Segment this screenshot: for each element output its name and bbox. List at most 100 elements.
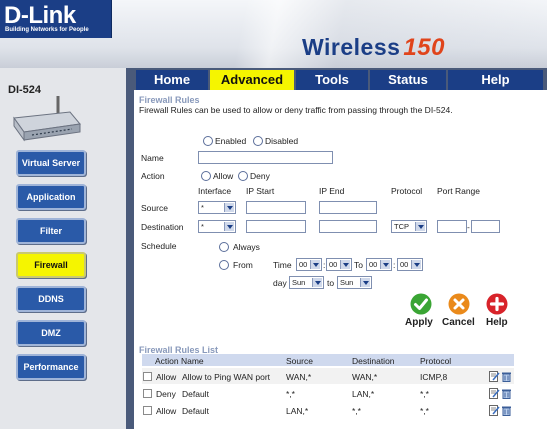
rule-checkbox[interactable] bbox=[143, 372, 152, 381]
trash-icon[interactable] bbox=[501, 405, 512, 416]
to-minute-select[interactable]: 00 bbox=[397, 258, 423, 271]
day-to-value: Sun bbox=[340, 278, 354, 287]
help-label[interactable]: Help bbox=[486, 317, 508, 328]
rule-checkbox[interactable] bbox=[143, 389, 152, 398]
from-hour-select[interactable]: 00 bbox=[296, 258, 322, 271]
trash-icon[interactable] bbox=[501, 388, 512, 399]
deny-label: Deny bbox=[250, 171, 270, 181]
cancel-label[interactable]: Cancel bbox=[442, 317, 475, 328]
help-button[interactable] bbox=[486, 293, 508, 315]
time-label: Time bbox=[273, 260, 292, 270]
destination-ip-start-field[interactable] bbox=[246, 220, 306, 233]
product-title: Wireless 150 bbox=[302, 34, 445, 62]
sidebar-item-filter[interactable]: Filter bbox=[16, 218, 86, 244]
sidebar-item-virtual-server[interactable]: Virtual Server bbox=[16, 150, 86, 176]
tab-tools[interactable]: Tools bbox=[296, 70, 368, 90]
rule-checkbox[interactable] bbox=[143, 406, 152, 415]
enabled-label: Enabled bbox=[215, 136, 247, 146]
source-interface-select[interactable]: * bbox=[198, 201, 236, 214]
disabled-radio[interactable] bbox=[253, 136, 263, 146]
edit-icon[interactable] bbox=[489, 371, 500, 382]
source-interface-value: * bbox=[201, 203, 204, 212]
tab-help[interactable]: Help bbox=[448, 70, 543, 90]
protocol-header: Protocol bbox=[391, 186, 423, 196]
dlink-logo: D-Link Building Networks for People bbox=[0, 0, 112, 38]
to-minute-value: 00 bbox=[400, 260, 409, 269]
cancel-button[interactable] bbox=[448, 293, 470, 315]
rule-protocol: *,* bbox=[420, 389, 429, 399]
list-header-protocol: Protocol bbox=[420, 356, 452, 366]
sidebar-item-ddns[interactable]: DDNS bbox=[16, 286, 86, 312]
source-label: Source bbox=[141, 203, 168, 213]
edit-icon[interactable] bbox=[489, 405, 500, 416]
router-image bbox=[13, 96, 81, 142]
disabled-label: Disabled bbox=[265, 136, 299, 146]
allow-radio[interactable] bbox=[201, 171, 211, 181]
from-hour-value: 00 bbox=[299, 260, 308, 269]
header-banner: D-Link Building Networks for People Wire… bbox=[0, 0, 547, 68]
to-hour-value: 00 bbox=[369, 260, 378, 269]
action-label: Action bbox=[141, 171, 165, 181]
chevron-down-icon bbox=[224, 203, 234, 212]
rule-source: LAN,* bbox=[286, 406, 309, 416]
logo-text: D-Link bbox=[4, 2, 76, 29]
chevron-down-icon bbox=[411, 260, 421, 269]
to-label: To bbox=[354, 260, 363, 270]
product-number: 150 bbox=[403, 34, 445, 61]
time-colon: : bbox=[393, 260, 396, 270]
enabled-radio[interactable] bbox=[203, 136, 213, 146]
list-header-action-name: Action Name bbox=[155, 356, 204, 366]
chevron-down-icon bbox=[224, 222, 234, 231]
sidebar-item-application[interactable]: Application bbox=[16, 184, 86, 210]
trash-icon[interactable] bbox=[501, 371, 512, 382]
always-radio[interactable] bbox=[219, 242, 229, 252]
tab-status[interactable]: Status bbox=[370, 70, 446, 90]
source-ip-end-field[interactable] bbox=[319, 201, 377, 214]
rule-protocol: *,* bbox=[420, 406, 429, 416]
day-to-label: to bbox=[327, 278, 335, 288]
allow-label: Allow bbox=[213, 171, 234, 181]
to-hour-select[interactable]: 00 bbox=[366, 258, 392, 271]
deny-radio[interactable] bbox=[238, 171, 248, 181]
name-field[interactable] bbox=[198, 151, 333, 164]
source-ip-start-field[interactable] bbox=[246, 201, 306, 214]
rule-source: WAN,* bbox=[286, 372, 312, 382]
day-to-select[interactable]: Sun bbox=[337, 276, 372, 289]
destination-interface-select[interactable]: * bbox=[198, 220, 236, 233]
rule-destination: LAN,* bbox=[352, 389, 375, 399]
from-radio[interactable] bbox=[219, 260, 229, 270]
rule-destination: *,* bbox=[352, 406, 361, 416]
tab-home[interactable]: Home bbox=[136, 70, 208, 90]
rule-name: Default bbox=[182, 406, 209, 416]
sidebar-item-performance[interactable]: Performance bbox=[16, 354, 86, 380]
interface-header: Interface bbox=[198, 186, 232, 196]
port-start-field[interactable] bbox=[437, 220, 467, 233]
ip-end-header: IP End bbox=[319, 186, 345, 196]
tab-advanced[interactable]: Advanced bbox=[210, 70, 294, 90]
chevron-down-icon bbox=[380, 260, 390, 269]
chevron-down-icon bbox=[310, 260, 320, 269]
ip-start-header: IP Start bbox=[246, 186, 275, 196]
destination-interface-value: * bbox=[201, 222, 204, 231]
port-separator: - bbox=[467, 222, 470, 232]
rule-destination: WAN,* bbox=[352, 372, 378, 382]
list-header-destination: Destination bbox=[352, 356, 395, 366]
list-header-source: Source bbox=[286, 356, 313, 366]
sidebar-item-dmz[interactable]: DMZ bbox=[16, 320, 86, 346]
destination-ip-end-field[interactable] bbox=[319, 220, 377, 233]
port-end-field[interactable] bbox=[471, 220, 500, 233]
day-from-select[interactable]: Sun bbox=[289, 276, 324, 289]
rule-action: Allow bbox=[156, 372, 177, 382]
apply-label[interactable]: Apply bbox=[405, 317, 433, 328]
logo-tagline: Building Networks for People bbox=[5, 27, 89, 33]
rule-action: Allow bbox=[156, 406, 177, 416]
day-from-value: Sun bbox=[292, 278, 306, 287]
edit-icon[interactable] bbox=[489, 388, 500, 399]
apply-button[interactable] bbox=[410, 293, 432, 315]
product-prefix: Wireless bbox=[302, 34, 401, 60]
protocol-select[interactable]: TCP bbox=[391, 220, 427, 233]
chevron-down-icon bbox=[340, 260, 350, 269]
schedule-label: Schedule bbox=[141, 241, 177, 251]
sidebar-item-firewall[interactable]: Firewall bbox=[16, 252, 86, 278]
from-minute-select[interactable]: 00 bbox=[326, 258, 352, 271]
